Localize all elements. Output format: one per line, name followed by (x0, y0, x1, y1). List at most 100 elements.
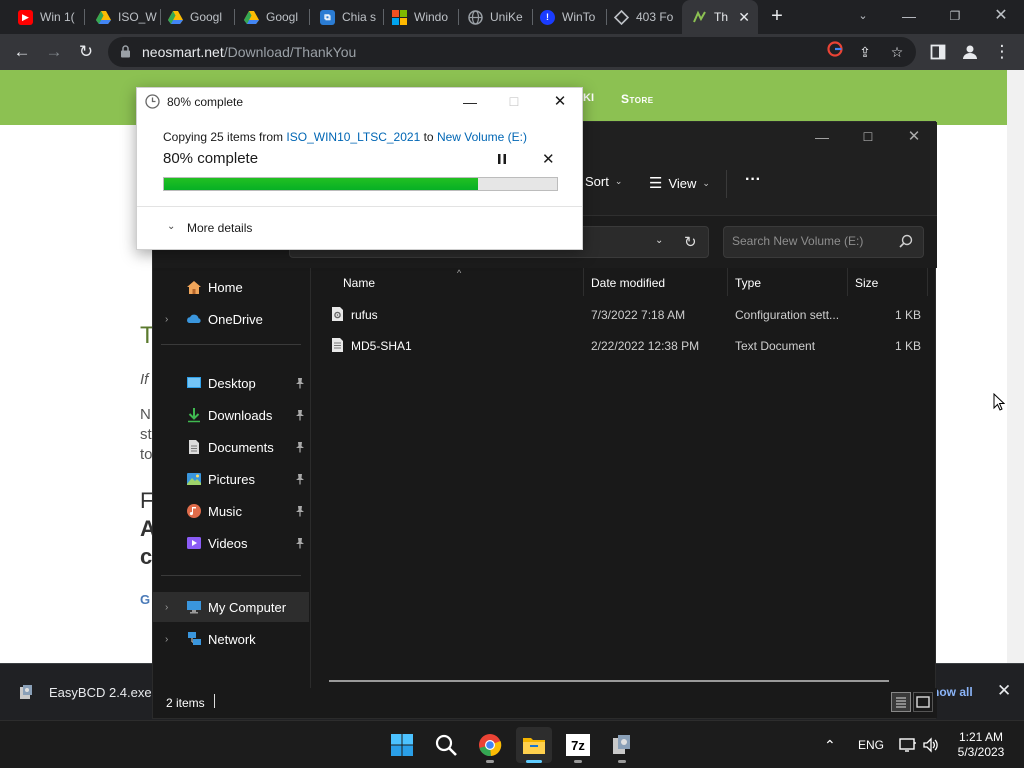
nav-item-music[interactable]: Music (153, 496, 309, 526)
network-status-icon[interactable] (899, 721, 917, 768)
column-header-size[interactable]: Size (855, 268, 878, 298)
input-language[interactable]: ENG (858, 721, 884, 768)
nav-item-onedrive[interactable]: › OneDrive (153, 304, 309, 334)
nav-item-videos[interactable]: Videos (153, 528, 309, 558)
pin-icon[interactable] (295, 441, 305, 453)
chevron-down-icon[interactable]: ⌄ (655, 235, 663, 246)
nav-item-pictures[interactable]: Pictures (153, 464, 309, 494)
pin-icon[interactable] (295, 473, 305, 485)
pin-icon[interactable] (295, 537, 305, 549)
browser-tab[interactable]: ! WinTo (530, 0, 606, 34)
onedrive-icon (187, 314, 201, 323)
restore-button[interactable]: ❐ (932, 2, 978, 30)
bookmark-star-icon[interactable]: ☆ (886, 41, 908, 63)
videos-icon (187, 537, 201, 549)
browser-tab[interactable]: Googl (234, 0, 308, 34)
dialog-minimize-button[interactable]: — (447, 88, 493, 116)
address-bar[interactable]: neosmart.net/Download/ThankYou ⇪ ☆ (108, 37, 916, 67)
copy-progress-dialog: 80% complete — ☐ ✕ Copying 25 items from… (136, 87, 583, 250)
explorer-maximize-button[interactable]: ☐ (845, 122, 891, 152)
chevron-right-icon[interactable]: › (165, 602, 168, 613)
tab-search-button[interactable]: ⌄ (840, 2, 886, 30)
source-link[interactable]: ISO_WIN10_LTSC_2021 (286, 130, 420, 144)
dialog-title-bar[interactable]: 80% complete — ☐ ✕ (137, 88, 582, 116)
dialog-close-button[interactable]: ✕ (537, 88, 583, 116)
cancel-copy-icon[interactable]: ✕ (542, 150, 555, 168)
nav-item-downloads[interactable]: Downloads (153, 400, 309, 430)
pin-icon[interactable] (295, 409, 305, 421)
details-view-icon[interactable] (891, 692, 911, 712)
browser-tab[interactable]: ▶ Win 1( (8, 0, 80, 34)
destination-link[interactable]: New Volume (E:) (437, 130, 527, 144)
share-icon[interactable]: ⇪ (854, 41, 876, 63)
google-lens-icon[interactable] (824, 41, 846, 63)
7zip-icon[interactable]: 7z (560, 727, 596, 763)
large-icons-view-icon[interactable] (913, 692, 933, 712)
view-button[interactable]: ☰ View ⌄ (649, 174, 710, 192)
shared-folder-icon: ⧉ (320, 9, 335, 25)
page-text-fragment: st (140, 426, 152, 443)
column-header-name[interactable]: Name (343, 268, 375, 298)
close-downloads-bar-icon[interactable]: ✕ (997, 681, 1011, 701)
browser-tab[interactable]: UniKe (458, 0, 534, 34)
windows-start-icon[interactable] (384, 727, 420, 763)
refresh-icon[interactable]: ↻ (684, 233, 697, 251)
explorer-search-box[interactable] (723, 226, 924, 258)
pause-icon[interactable] (495, 152, 509, 166)
chrome-menu-icon[interactable]: ⋮ (988, 38, 1016, 66)
chevron-right-icon[interactable]: › (165, 314, 168, 325)
explorer-close-button[interactable]: ✕ (891, 122, 937, 152)
page-text-fragment: N (140, 406, 151, 423)
back-button[interactable]: ← (8, 38, 36, 66)
explorer-minimize-button[interactable]: — (799, 122, 845, 152)
browser-tab[interactable]: Windo (382, 0, 458, 34)
page-link-fragment[interactable]: G (140, 592, 150, 607)
download-filename[interactable]: EasyBCD 2.4.exe (49, 685, 152, 700)
page-scrollbar[interactable] (1007, 70, 1024, 663)
url-text: neosmart.net/Download/ThankYou (142, 44, 357, 60)
sort-button[interactable]: Sort ⌄ (585, 174, 622, 189)
chevron-down-icon[interactable]: ⌄ (167, 221, 175, 232)
nav-item-my-computer[interactable]: › My Computer (153, 592, 309, 622)
browser-tab[interactable]: Googl (158, 0, 232, 34)
nav-item-desktop[interactable]: Desktop (153, 368, 309, 398)
reload-button[interactable]: ↻ (72, 38, 100, 66)
close-window-button[interactable]: ✕ (978, 2, 1024, 30)
pin-icon[interactable] (295, 505, 305, 517)
more-details-button[interactable]: More details (187, 221, 252, 235)
show-hidden-icons-icon[interactable]: ⌃ (824, 721, 836, 768)
profile-avatar-icon[interactable] (956, 38, 984, 66)
horizontal-scrollbar[interactable] (329, 680, 889, 682)
show-all-downloads-button[interactable]: how all (932, 685, 973, 699)
more-options-button[interactable]: ··· (745, 171, 761, 189)
clock-date: 5/3/2023 (957, 745, 1005, 759)
file-row[interactable]: rufus 7/3/2022 7:18 AM Configuration set… (311, 300, 937, 330)
side-panel-icon[interactable] (924, 38, 952, 66)
chrome-icon[interactable] (472, 727, 508, 763)
chevron-right-icon[interactable]: › (165, 634, 168, 645)
browser-tab[interactable]: ISO_W (86, 0, 158, 34)
pin-icon[interactable] (295, 377, 305, 389)
forward-button[interactable]: → (40, 38, 68, 66)
minimize-button[interactable]: — (886, 2, 932, 30)
site-nav-fragment[interactable]: KI (583, 92, 594, 104)
taskbar-clock[interactable]: 1:21 AM 5/3/2023 (948, 730, 1014, 760)
column-header-type[interactable]: Type (735, 268, 761, 298)
new-tab-button[interactable]: + (766, 5, 788, 27)
config-file-icon (332, 307, 343, 321)
browser-tab-active[interactable]: Th ✕ (682, 0, 758, 34)
nav-item-home[interactable]: Home (153, 272, 309, 302)
nav-item-network[interactable]: › Network (153, 624, 309, 654)
nav-item-documents[interactable]: Documents (153, 432, 309, 462)
search-input[interactable] (732, 234, 892, 248)
setup-app-icon[interactable] (604, 727, 640, 763)
file-explorer-icon[interactable] (516, 727, 552, 763)
browser-tab[interactable]: 403 Fo (604, 0, 680, 34)
site-nav-store-link[interactable]: Store (621, 92, 654, 106)
column-header-date[interactable]: Date modified (591, 268, 665, 298)
volume-icon[interactable] (922, 721, 940, 768)
close-tab-icon[interactable]: ✕ (738, 9, 750, 26)
search-icon[interactable] (428, 727, 464, 763)
file-row[interactable]: MD5-SHA1 2/22/2022 12:38 PM Text Documen… (311, 331, 937, 361)
browser-tab[interactable]: ⧉ Chia s (310, 0, 384, 34)
